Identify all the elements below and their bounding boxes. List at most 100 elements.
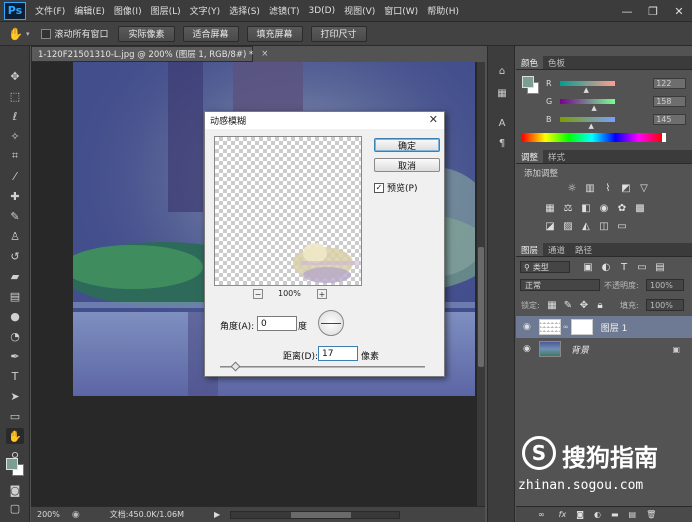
hand-tool-icon[interactable]: ✋ — [6, 428, 24, 444]
slider-r-track[interactable]: ▲ — [559, 80, 616, 94]
dodge-tool-icon[interactable]: ◔ — [6, 328, 24, 344]
status-menu-arrow-icon[interactable]: ▶ — [214, 510, 220, 519]
adjustment-layer-icon[interactable]: ◐ — [594, 510, 601, 519]
preview-check-icon[interactable]: ✓ — [374, 182, 384, 193]
hand-tool-icon[interactable]: ✋ — [8, 27, 23, 41]
fit-screen-button[interactable]: 适合屏幕 — [182, 25, 239, 42]
brush-tool-icon[interactable]: ✎ — [6, 208, 24, 224]
ok-button[interactable]: 确定 — [374, 138, 440, 152]
preview-checkbox[interactable]: ✓ 预览(P) — [374, 181, 417, 194]
menu-view[interactable]: 视图(V) — [344, 4, 375, 17]
black-white-icon[interactable]: ◧ — [580, 203, 592, 214]
slider-r-handle-icon[interactable]: ▲ — [583, 86, 588, 94]
background-layer-name[interactable]: 背景 — [571, 343, 589, 356]
fill-input[interactable]: 100% — [646, 299, 684, 311]
history-panel-icon[interactable]: ⌂ — [494, 64, 510, 78]
opacity-input[interactable]: 100% — [646, 279, 684, 291]
healing-brush-tool-icon[interactable]: ✚ — [6, 188, 24, 204]
history-brush-tool-icon[interactable]: ↺ — [6, 248, 24, 264]
pen-tool-icon[interactable]: ✒ — [6, 348, 24, 364]
color-lookup-icon[interactable]: ▩ — [634, 203, 646, 214]
horizontal-scrollbar[interactable] — [230, 510, 401, 519]
vertical-scrollbar[interactable] — [477, 62, 485, 506]
menu-help[interactable]: 帮助(H) — [427, 4, 459, 17]
group-folder-icon[interactable]: ▬ — [611, 510, 619, 519]
zoom-out-button[interactable]: − — [253, 289, 263, 299]
crop-tool-icon[interactable]: ⌗ — [6, 148, 24, 164]
selective-color-icon[interactable]: ◫ — [598, 221, 610, 232]
slider-g-handle-icon[interactable]: ▲ — [591, 104, 596, 112]
print-size-button[interactable]: 打印尺寸 — [310, 25, 367, 42]
tab-adjustments[interactable]: 调整 — [516, 150, 544, 163]
slider-g[interactable]: G ▲ 158 — [546, 95, 686, 112]
tab-layers[interactable]: 图层 — [516, 243, 544, 256]
lock-position-icon[interactable]: ✥ — [578, 300, 590, 311]
marquee-tool-icon[interactable]: ⬚ — [6, 88, 24, 104]
slider-r-value[interactable]: 122 — [653, 77, 686, 89]
color-balance-icon[interactable]: ⚖ — [562, 203, 574, 214]
path-selection-tool-icon[interactable]: ➤ — [6, 388, 24, 404]
screen-mode-icon[interactable]: ▢ — [6, 500, 24, 516]
zoom-in-button[interactable]: + — [317, 289, 327, 299]
posterize-icon[interactable]: ▨ — [562, 221, 574, 232]
horizontal-scrollbar-thumb[interactable] — [291, 511, 352, 518]
menu-edit[interactable]: 编辑(E) — [74, 4, 105, 17]
tab-paths[interactable]: 路径 — [570, 243, 597, 256]
properties-panel-icon[interactable]: ▦ — [494, 86, 510, 100]
visibility-eye-icon[interactable]: ◉ — [523, 322, 531, 332]
close-window-button[interactable]: ✕ — [666, 0, 692, 22]
layer-mask-thumbnail[interactable] — [570, 319, 593, 335]
gradient-tool-icon[interactable]: ▤ — [6, 288, 24, 304]
levels-icon[interactable]: ▥ — [584, 183, 596, 194]
blend-mode-dropdown[interactable]: 正常 — [520, 279, 600, 291]
angle-input[interactable]: 0 — [257, 316, 297, 331]
layer-row-layer1[interactable]: ◉ ∞ 图层 1 — [516, 316, 692, 338]
angle-dial[interactable] — [318, 310, 344, 336]
foreground-color-swatch[interactable] — [6, 458, 18, 470]
gradient-map-icon[interactable]: ▭ — [616, 221, 628, 232]
fill-screen-button[interactable]: 填充屏幕 — [246, 25, 303, 42]
document-tab[interactable]: 1-120F21501310-L.jpg @ 200% (图层 1, RGB/8… — [31, 46, 268, 62]
distance-input[interactable]: 17 — [318, 346, 358, 361]
invert-icon[interactable]: ◪ — [544, 221, 556, 232]
cancel-button[interactable]: 取消 — [374, 158, 440, 172]
filter-shape-icon[interactable]: ▭ — [636, 262, 648, 273]
layer-filter-dropdown[interactable]: ⚲ 类型 — [520, 261, 570, 273]
lasso-tool-icon[interactable]: ℓ — [6, 108, 24, 124]
actual-pixels-button[interactable]: 实际像素 — [118, 25, 175, 42]
eyedropper-tool-icon[interactable]: ⁄ — [6, 168, 24, 184]
scroll-all-windows-checkbox[interactable]: 滚动所有窗口 — [41, 27, 108, 40]
rectangle-tool-icon[interactable]: ▭ — [6, 408, 24, 424]
slider-b-handle-icon[interactable]: ▲ — [589, 122, 594, 130]
slider-b-value[interactable]: 145 — [653, 113, 686, 125]
link-layers-icon[interactable]: ∞ — [538, 510, 545, 519]
menu-filter[interactable]: 滤镜(T) — [269, 4, 300, 17]
add-mask-icon[interactable]: ◙ — [576, 510, 584, 519]
slider-b[interactable]: B ▲ 145 — [546, 113, 686, 130]
minimize-button[interactable]: — — [614, 0, 640, 22]
tab-swatches[interactable]: 色板 — [543, 56, 570, 69]
brightness-contrast-icon[interactable]: ☼ — [566, 183, 578, 194]
lock-image-icon[interactable]: ✎ — [562, 300, 574, 311]
move-tool-icon[interactable]: ✥ — [6, 68, 24, 84]
clone-stamp-tool-icon[interactable]: ♙ — [6, 228, 24, 244]
slider-g-track[interactable]: ▲ — [559, 98, 616, 112]
close-document-icon[interactable]: × — [261, 49, 268, 59]
filter-preview[interactable] — [214, 136, 362, 286]
channel-mixer-icon[interactable]: ✿ — [616, 203, 628, 214]
blur-tool-icon[interactable]: ● — [6, 308, 24, 324]
paragraph-panel-icon[interactable]: ¶ — [494, 136, 510, 150]
delete-layer-icon[interactable]: 🗑︎ — [646, 510, 656, 519]
threshold-icon[interactable]: ◭ — [580, 221, 592, 232]
magic-wand-tool-icon[interactable]: ✧ — [6, 128, 24, 144]
dialog-titlebar[interactable]: 动感模糊 ✕ — [205, 112, 444, 129]
menu-window[interactable]: 窗口(W) — [384, 4, 418, 17]
color-spectrum-bar[interactable] — [522, 133, 662, 142]
menu-layer[interactable]: 图层(L) — [151, 4, 181, 17]
layer-row-background[interactable]: ◉ 背景 ▣ — [516, 338, 692, 360]
slider-b-track[interactable]: ▲ — [559, 116, 616, 130]
filter-adjustment-icon[interactable]: ◐ — [600, 262, 612, 273]
panel-foreground-swatch[interactable] — [522, 76, 534, 88]
eraser-tool-icon[interactable]: ▰ — [6, 268, 24, 284]
hue-saturation-icon[interactable]: ▦ — [544, 203, 556, 214]
